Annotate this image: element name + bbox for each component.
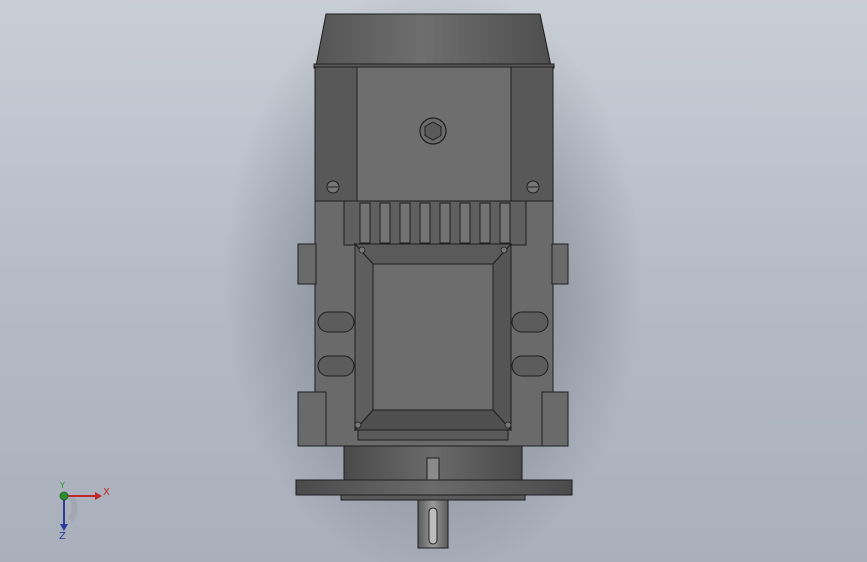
key-tab: [426, 457, 440, 481]
screw-right-icon: [526, 180, 540, 194]
y-axis-label: Y: [60, 481, 65, 490]
housing-base-bar: [357, 429, 509, 441]
lug-left-bottom: [297, 391, 327, 447]
x-axis-arrow-icon: [95, 492, 102, 500]
cover-bevel-left: [354, 242, 374, 432]
cooling-fins: [343, 200, 527, 246]
lug-right-bottom: [541, 391, 569, 447]
triad-origin-icon: [59, 491, 69, 501]
output-flange[interactable]: [295, 479, 573, 496]
cover-bevel-bottom: [353, 409, 513, 431]
x-axis-label: X: [103, 487, 110, 498]
hex-socket: [424, 121, 442, 141]
lug-right-top: [551, 243, 569, 285]
motor-side-left: [314, 66, 358, 202]
shaft-keyway: [428, 507, 438, 545]
triad-arc-icon: [67, 494, 78, 522]
reference-triad[interactable]: X Y Z: [40, 480, 120, 550]
lug-left-top: [297, 243, 317, 285]
cover-bevel-top: [353, 243, 513, 265]
fan-cover[interactable]: [315, 13, 552, 67]
z-axis-arrow-icon: [60, 524, 68, 531]
z-axis-label: Z: [59, 531, 66, 542]
flange-spigot: [340, 494, 526, 501]
gear-motor-model[interactable]: [0, 0, 867, 562]
inspection-cover[interactable]: [372, 263, 494, 411]
screw-left-icon: [326, 180, 340, 194]
graphics-viewport[interactable]: X Y Z: [0, 0, 867, 562]
cover-bevel-right: [492, 242, 512, 432]
